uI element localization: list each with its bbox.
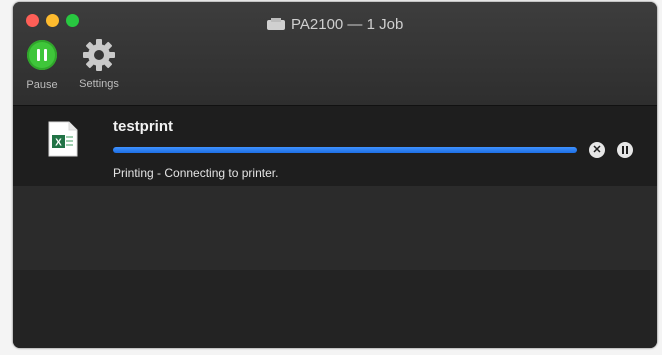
close-icon: ✕ bbox=[592, 143, 602, 156]
printer-icon bbox=[267, 18, 285, 30]
job-progress-fill bbox=[113, 147, 577, 153]
job-progress-bar bbox=[113, 147, 577, 153]
close-window-button[interactable] bbox=[26, 14, 39, 27]
minimize-window-button[interactable] bbox=[46, 14, 59, 27]
hold-job-button[interactable] bbox=[617, 142, 633, 158]
settings-button[interactable]: Settings bbox=[67, 39, 131, 90]
pause-icon bbox=[27, 40, 57, 70]
window-title: PA2100 — 1 Job bbox=[267, 14, 403, 34]
window-title-text: PA2100 — 1 Job bbox=[291, 15, 404, 33]
job-status: Printing - Connecting to printer. bbox=[113, 166, 279, 180]
empty-list-row bbox=[13, 186, 657, 270]
title-toolbar: PA2100 — 1 Job Pause Settings bbox=[13, 2, 657, 106]
svg-text:X: X bbox=[55, 138, 62, 149]
cancel-job-button[interactable]: ✕ bbox=[589, 142, 605, 158]
pause-icon bbox=[622, 146, 624, 154]
print-queue-window: PA2100 — 1 Job Pause Settings X testprin… bbox=[13, 2, 657, 348]
settings-label: Settings bbox=[79, 78, 119, 90]
job-row[interactable]: X testprint Printing - Connecting to pri… bbox=[13, 106, 657, 186]
pause-button[interactable]: Pause bbox=[20, 40, 64, 91]
gear-icon bbox=[83, 39, 115, 71]
pause-label: Pause bbox=[26, 79, 58, 91]
zoom-window-button[interactable] bbox=[66, 14, 79, 27]
job-list: X testprint Printing - Connecting to pri… bbox=[13, 106, 657, 348]
excel-file-icon: X bbox=[48, 121, 78, 157]
job-name: testprint bbox=[113, 118, 173, 135]
empty-list-row bbox=[13, 270, 657, 348]
